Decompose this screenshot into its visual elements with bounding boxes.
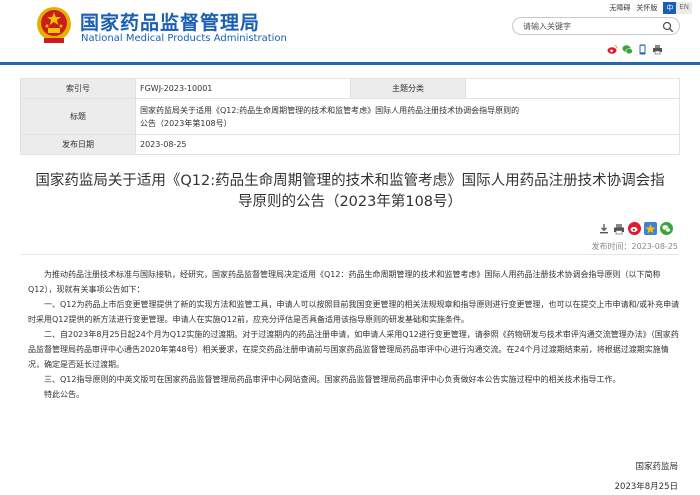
table-row: 索引号 FGWJ-2023-10001 主题分类 (20, 78, 680, 99)
download-icon[interactable] (598, 220, 610, 239)
share-bar (607, 40, 663, 55)
body-paragraph: 三、Q12指导原则的中英文版可在国家药品监督管理局药品审评中心网站查阅。国家药品… (44, 375, 621, 384)
publish-date-label: 发布日期 (20, 134, 136, 155)
accessibility-link[interactable]: 无障碍 (609, 3, 630, 13)
weibo-icon[interactable] (607, 40, 618, 54)
article-title: 国家药监局关于适用《Q12:药品生命周期管理的技术和监管考虑》国际人用药品注册技… (35, 173, 665, 210)
language-switch: 中 EN (663, 2, 692, 14)
site-subtitle-en: National Medical Products Administration (81, 33, 287, 44)
body-paragraph: 为推动药品注册技术标准与国际接轨，经研究，国家药品监督管理局决定适用《Q12：药… (28, 270, 661, 294)
body-paragraph: 一、Q12为药品上市后变更管理提供了新的实现方法和监管工具，申请人可以按照目前我… (28, 300, 680, 324)
body-paragraph: 二、自2023年8月25日起24个月为Q12实施的过渡期。对于过渡期内的药品注册… (28, 330, 679, 369)
mobile-icon[interactable] (637, 40, 648, 55)
index-label: 索引号 (20, 78, 136, 99)
index-value: FGWJ-2023-10001 (135, 78, 351, 99)
table-row: 发布日期 2023-08-25 (20, 134, 680, 155)
article-body: 为推动药品注册技术标准与国际接轨，经研究，国家药品监督管理局决定适用《Q12：药… (28, 267, 680, 402)
publish-date-value: 2023-08-25 (135, 134, 680, 155)
top-links: 无障碍 关怀版 中 EN (609, 1, 692, 15)
site-header: 国家药品监督管理局 National Medical Products Admi… (0, 0, 700, 60)
content-divider (20, 254, 680, 255)
share-wechat-icon[interactable] (660, 220, 673, 239)
title-label: 标题 (20, 98, 136, 135)
print-icon[interactable] (613, 220, 625, 239)
share-weibo-icon[interactable] (628, 220, 641, 239)
title-value: 国家药监局关于适用《Q12:药品生命周期管理的技术和监管考虑》国际人用药品注册技… (135, 98, 680, 135)
signature: 国家药监局 (635, 462, 678, 472)
lang-en-button[interactable]: EN (676, 2, 692, 14)
category-value (465, 78, 680, 99)
site-title[interactable]: 国家药品监督管理局 (80, 8, 260, 35)
signature-date: 2023年8月25日 (614, 482, 678, 492)
search-box (512, 17, 680, 35)
category-label: 主题分类 (350, 78, 466, 99)
print-icon[interactable] (652, 40, 663, 55)
share-qzone-icon[interactable] (644, 220, 657, 239)
table-row: 标题 国家药监局关于适用《Q12:药品生命周期管理的技术和监管考虑》国际人用药品… (20, 98, 680, 135)
header-divider (0, 62, 700, 65)
lang-zh-button[interactable]: 中 (663, 2, 677, 14)
publish-time: 发布时间：2023-08-25 (591, 242, 679, 251)
document-info-table: 索引号 FGWJ-2023-10001 主题分类 标题 国家药监局关于适用《Q1… (20, 78, 680, 155)
body-paragraph: 特此公告。 (44, 390, 84, 399)
title-value-text: 国家药监局关于适用《Q12:药品生命周期管理的技术和监管考虑》国际人用药品注册技… (140, 105, 520, 128)
wechat-icon[interactable] (622, 40, 633, 55)
article-tools (598, 220, 673, 239)
search-icon[interactable] (662, 21, 674, 33)
national-emblem-icon[interactable] (36, 6, 72, 44)
care-mode-link[interactable]: 关怀版 (636, 3, 657, 13)
search-input[interactable] (523, 19, 653, 33)
